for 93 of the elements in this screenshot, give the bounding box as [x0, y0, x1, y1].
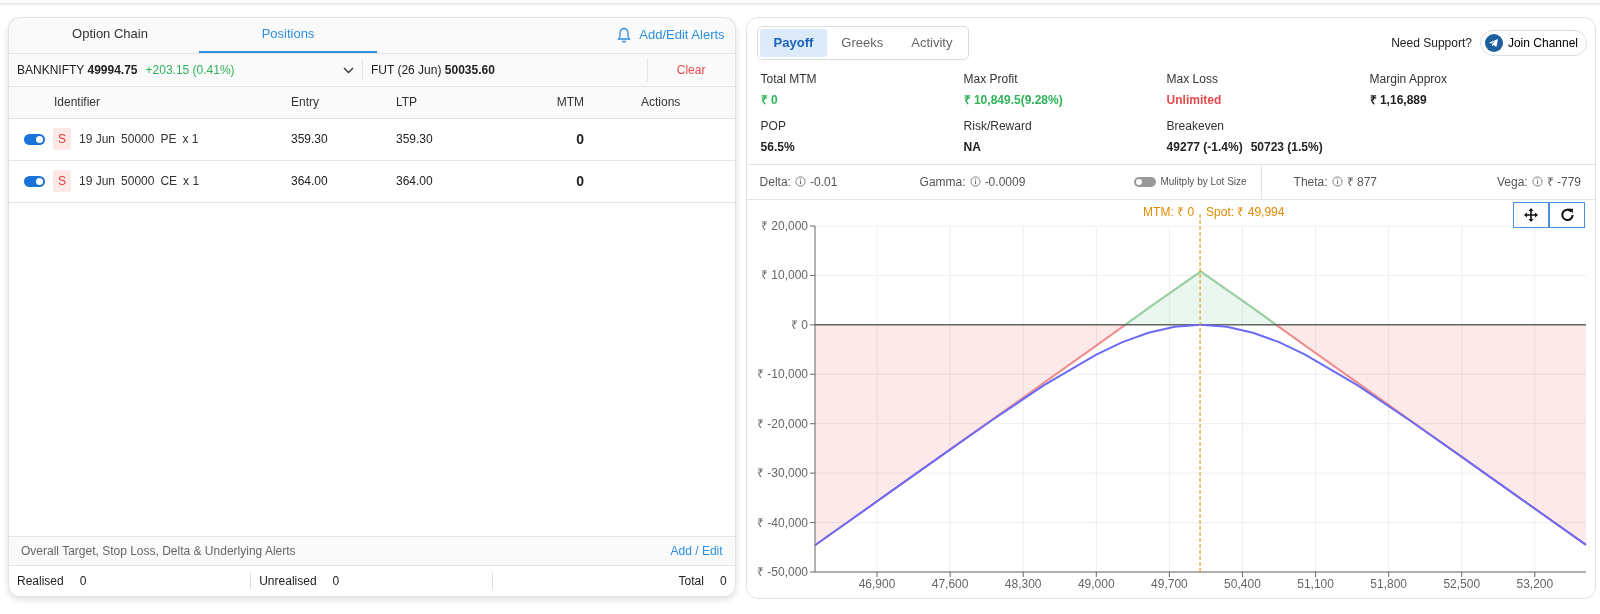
toggle-switch[interactable]: [1134, 176, 1157, 187]
reset-button[interactable]: [1549, 201, 1585, 228]
move-icon: [1524, 207, 1538, 222]
toggle-switch[interactable]: [24, 133, 45, 145]
x-tick-label: 49,700: [1150, 576, 1188, 591]
side-badge: S: [53, 128, 71, 150]
ltp-value: 364.00: [396, 174, 433, 188]
mtm-value: 0: [576, 172, 584, 189]
join-channel-button[interactable]: Join Channel: [1479, 29, 1587, 56]
column-header: Entry: [291, 95, 319, 109]
x-tick-label: 50,400: [1223, 576, 1261, 591]
position-identifier: 19 Jun 50000 CE x 1: [79, 173, 200, 190]
total-value: 0: [719, 573, 727, 590]
annotation-label: Spot: ₹ 49,994: [1205, 204, 1285, 219]
total-label: Total: [678, 573, 704, 590]
toggle-label: Mulitply by Lot Size: [1160, 175, 1247, 189]
x-tick-label: 51,100: [1296, 576, 1334, 591]
x-tick-label: 46,900: [858, 576, 895, 591]
tab[interactable]: Greeks: [827, 29, 898, 57]
greek-label: Gamma:: [919, 173, 966, 191]
total-value: 0: [332, 573, 340, 590]
info-icon: [1331, 176, 1343, 187]
greek-value: ₹ -779: [1546, 173, 1581, 191]
position-identifier: 19 Jun 50000 PE x 1: [79, 131, 199, 148]
x-tick-label: 53,200: [1516, 576, 1553, 591]
x-tick-label: 51,800: [1369, 576, 1407, 591]
metric-value: Unlimited: [1166, 91, 1222, 109]
paper-plane-icon: [1484, 33, 1503, 52]
metric-label: POP: [760, 117, 787, 135]
x-tick-label: 47,600: [931, 576, 969, 591]
y-tick-label: ₹ -40,000: [756, 515, 808, 530]
metric-value: 50723 (1.5%): [1250, 138, 1323, 156]
greek-label: Delta:: [759, 173, 791, 191]
tab[interactable]: Activity: [897, 29, 967, 57]
y-tick-label: ₹ -20,000: [756, 416, 808, 431]
toggle-switch[interactable]: [24, 175, 45, 187]
mtm-value: 0: [576, 130, 584, 147]
info-icon: [794, 176, 806, 187]
alerts-link[interactable]: Add/Edit Alerts: [617, 25, 735, 53]
total-label: Realised: [17, 573, 64, 590]
entry-price: 364.00: [291, 174, 328, 188]
metric-value: 56.5%: [760, 138, 795, 156]
futures-price: FUT (26 Jun) 50035.60: [370, 61, 495, 79]
metric-label: Max Loss: [1166, 70, 1219, 88]
metric-label: Breakeven: [1166, 117, 1225, 135]
greek-value: -0.01: [809, 173, 838, 191]
y-tick-label: ₹ -30,000: [756, 465, 808, 480]
y-tick-label: ₹ 20,000: [760, 218, 808, 233]
support-text: Need Support?: [1391, 34, 1472, 52]
column-header: Actions: [641, 95, 681, 109]
metric-value: NA: [963, 138, 981, 156]
clear-link[interactable]: Clear: [676, 60, 706, 79]
column-header: MTM: [556, 95, 584, 109]
metric-label: Total MTM: [760, 70, 818, 88]
metric-label: Margin Approx: [1369, 70, 1448, 88]
metric-value: 49277 (-1.4%): [1166, 138, 1243, 156]
greek-label: Theta:: [1293, 173, 1328, 191]
tab[interactable]: Option Chain: [21, 18, 199, 53]
tab[interactable]: Payoff: [759, 29, 828, 57]
entry-price: 359.30: [291, 132, 328, 146]
side-badge: S: [53, 170, 71, 192]
metric-label: Max Profit: [963, 70, 1019, 88]
tab[interactable]: Positions: [199, 18, 377, 53]
bell-icon: [617, 26, 632, 43]
metric-label: Risk/Reward: [963, 117, 1033, 135]
underlying-price: BANKNIFTY 49994.75: [17, 61, 138, 79]
metric-value: ₹ 1,16,889: [1369, 91, 1427, 109]
ltp-value: 359.30: [396, 132, 433, 146]
add-edit-link[interactable]: Add / Edit: [670, 542, 723, 560]
info-icon: [1531, 176, 1543, 187]
greek-value: ₹ 877: [1346, 173, 1377, 191]
x-tick-label: 48,300: [1004, 576, 1042, 591]
y-tick-label: ₹ 10,000: [760, 267, 808, 282]
x-tick-label: 52,500: [1443, 576, 1480, 591]
total-value: 0: [79, 573, 87, 590]
total-label: Unrealised: [259, 573, 317, 590]
column-header: LTP: [396, 95, 418, 109]
column-header: Identifier: [54, 95, 101, 109]
metric-value: ₹ 0: [760, 91, 778, 109]
metric-value: ₹ 10,849.5(9.28%): [963, 91, 1063, 109]
alerts-description: Overall Target, Stop Loss, Delta & Underlying Alerts: [21, 543, 296, 560]
greek-label: Vega:: [1496, 173, 1528, 191]
info-icon: [969, 176, 981, 187]
pan-button[interactable]: [1513, 201, 1549, 228]
chevron-down-icon[interactable]: [343, 66, 354, 74]
annotation-label: MTM: ₹ 0: [1142, 204, 1194, 219]
y-tick-label: ₹ 0: [790, 317, 808, 332]
y-tick-label: ₹ -50,000: [756, 564, 808, 579]
y-tick-label: ₹ -10,000: [756, 366, 808, 381]
greek-value: -0.0009: [984, 173, 1026, 191]
price-change: +203.15 (0.41%): [145, 61, 235, 79]
refresh-icon: [1559, 207, 1575, 222]
x-tick-label: 49,000: [1077, 576, 1115, 591]
